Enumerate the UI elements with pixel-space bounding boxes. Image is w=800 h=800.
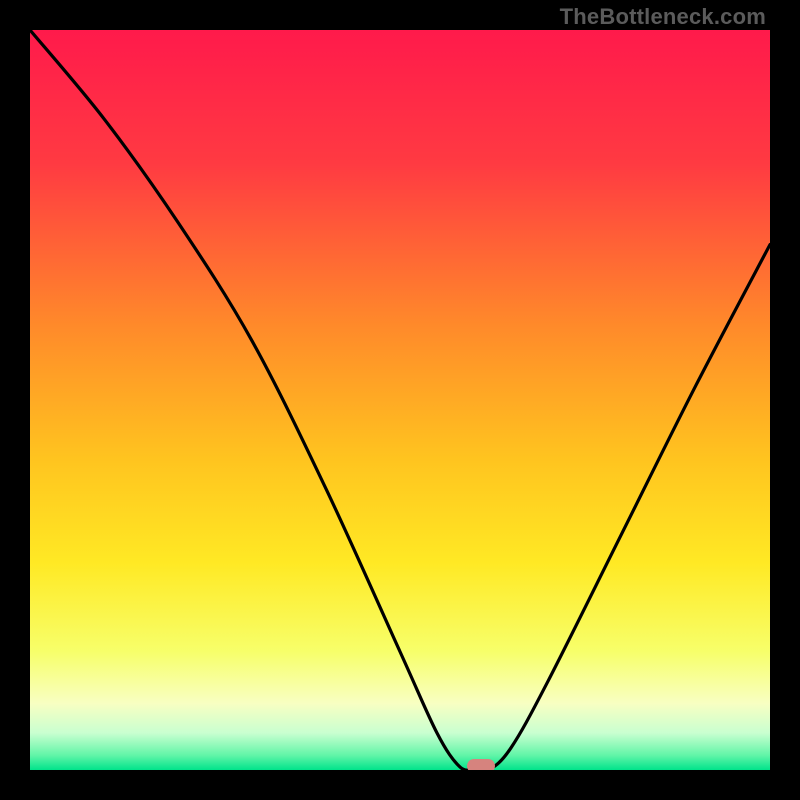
chart-frame: TheBottleneck.com [0,0,800,800]
watermark-text: TheBottleneck.com [560,4,766,30]
bottleneck-curve [30,30,770,770]
minimum-marker [467,759,495,770]
plot-area [30,30,770,770]
